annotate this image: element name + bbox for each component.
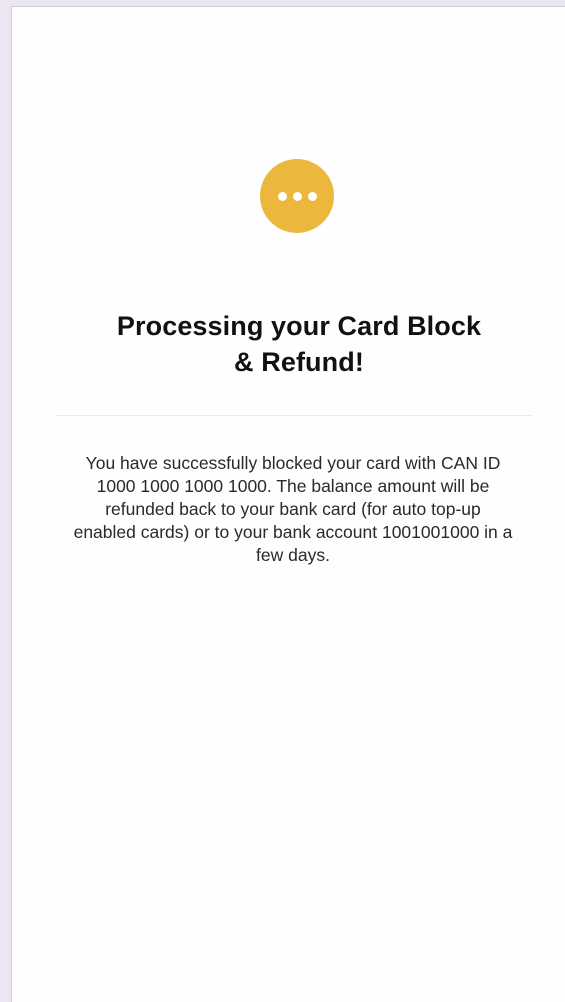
page-title-line-1: Processing your Card Block [116,311,482,341]
page-title: Processing your Card Block & Refund! [52,308,546,380]
dot-icon [277,191,287,201]
divider [56,415,533,416]
dot-icon [292,191,302,201]
page-title-line-2: & Refund! [234,347,364,377]
dot-icon [307,191,317,201]
status-message: You have successfully blocked your card … [73,453,513,565]
more-dots-icon [260,159,334,233]
content-panel: Processing your Card Block & Refund! You… [11,6,565,1002]
